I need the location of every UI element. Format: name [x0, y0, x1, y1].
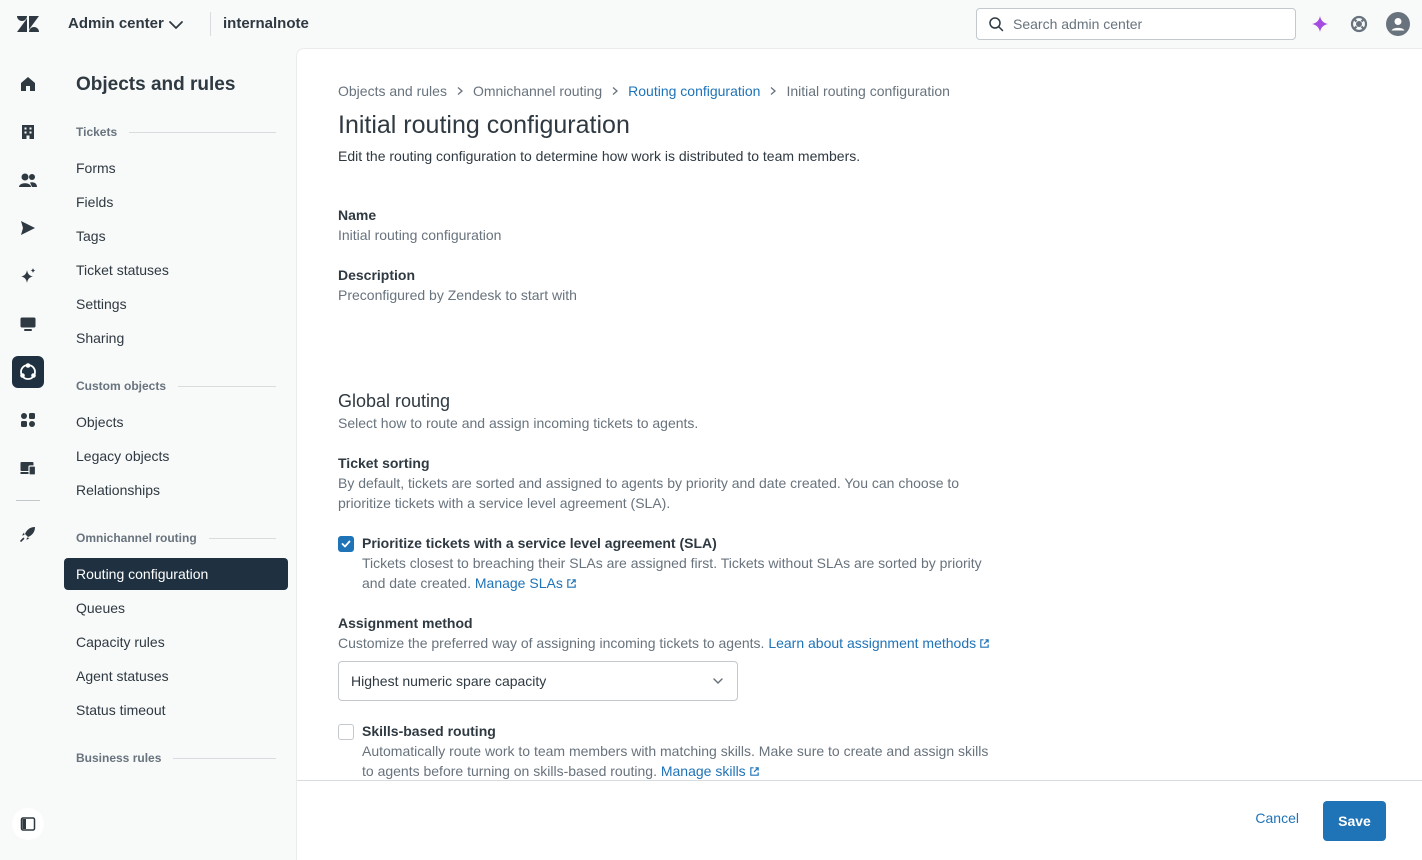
product-switcher-label[interactable]: Admin center [68, 15, 164, 32]
rail-divider [16, 500, 40, 501]
global-routing-heading: Global routing [338, 391, 451, 411]
nav-item-status-timeout[interactable]: Status timeout [64, 694, 288, 726]
devices-icon[interactable] [12, 452, 44, 484]
people-icon[interactable] [12, 164, 44, 196]
save-button[interactable]: Save [1323, 801, 1386, 841]
nav-item-objects[interactable]: Objects [64, 406, 288, 438]
assignment-method-value: Highest numeric spare capacity [351, 673, 547, 689]
chevron-right-icon [768, 86, 778, 96]
page-description: Edit the routing configuration to determ… [338, 148, 861, 164]
assignment-method-label: Assignment method [338, 615, 473, 631]
manage-slas-link[interactable]: Manage SLAs [475, 575, 577, 591]
product-nav-rail [0, 48, 56, 860]
user-avatar-icon[interactable] [1386, 12, 1410, 36]
chevron-down-icon [713, 678, 723, 685]
assignment-method-select[interactable]: Highest numeric spare capacity [338, 661, 738, 701]
nav-section-header-business-rules[interactable]: Business rules [76, 751, 276, 765]
search-box[interactable] [976, 8, 1296, 40]
topbar-divider [210, 12, 211, 36]
nav-section-header-tickets: Tickets [76, 125, 276, 139]
nav-item-ticket-statuses[interactable]: Ticket statuses [64, 254, 288, 286]
description-value: Preconfigured by Zendesk to start with [338, 287, 577, 303]
search-input[interactable] [1013, 16, 1283, 32]
nav-item-relationships[interactable]: Relationships [64, 474, 288, 506]
nav-item-legacy-objects[interactable]: Legacy objects [64, 440, 288, 472]
nav-item-tags[interactable]: Tags [64, 220, 288, 252]
channels-send-icon[interactable] [12, 212, 44, 244]
sla-hint-line-2: and date created. Manage SLAs [362, 573, 1032, 593]
ai-sparkle-nav-icon[interactable] [12, 260, 44, 292]
nav-item-routing-configuration[interactable]: Routing configuration [64, 558, 288, 590]
main-content: Objects and rules Omnichannel routing Ro… [296, 48, 1422, 860]
name-value: Initial routing configuration [338, 227, 502, 243]
secondary-nav-title: Objects and rules [76, 74, 236, 95]
external-link-icon [980, 639, 989, 648]
skills-routing-checkbox[interactable] [338, 724, 354, 740]
breadcrumb: Objects and rules Omnichannel routing Ro… [338, 83, 950, 99]
nav-item-sharing[interactable]: Sharing [64, 322, 288, 354]
home-icon[interactable] [12, 68, 44, 100]
skills-routing-label[interactable]: Skills-based routing [362, 723, 496, 739]
action-footer: Cancel Save [297, 780, 1422, 860]
workspaces-monitor-icon[interactable] [12, 308, 44, 340]
breadcrumb-current: Initial routing configuration [786, 83, 950, 99]
help-lifebuoy-icon[interactable] [1347, 12, 1371, 36]
external-link-icon [749, 767, 759, 776]
breadcrumb-routing-configuration[interactable]: Routing configuration [628, 83, 760, 99]
nav-section-header-custom-objects: Custom objects [76, 379, 276, 393]
top-bar: Admin center internalnote [0, 0, 1422, 48]
nav-item-queues[interactable]: Queues [64, 592, 288, 624]
objects-rules-icon[interactable] [12, 356, 44, 388]
learn-assignment-methods-link[interactable]: Learn about assignment methods [768, 635, 990, 651]
secondary-nav: Objects and rules Tickets Forms Fields T… [56, 48, 296, 860]
nav-item-settings[interactable]: Settings [64, 288, 288, 320]
manage-skills-link[interactable]: Manage skills [661, 763, 760, 779]
description-label: Description [338, 267, 416, 283]
cancel-button[interactable]: Cancel [1255, 810, 1299, 826]
ticket-sorting-hint-line-2: prioritize tickets with a service level … [338, 495, 671, 511]
getting-started-rocket-icon[interactable] [12, 518, 44, 550]
sla-priority-label[interactable]: Prioritize tickets with a service level … [362, 535, 717, 551]
ticket-sorting-label: Ticket sorting [338, 455, 430, 471]
nav-item-fields[interactable]: Fields [64, 186, 288, 218]
zendesk-logo-icon[interactable] [17, 14, 39, 34]
nav-item-forms[interactable]: Forms [64, 152, 288, 184]
nav-item-agent-statuses[interactable]: Agent statuses [64, 660, 288, 692]
skills-hint-line-1: Automatically route work to team members… [362, 743, 989, 759]
ticket-sorting-hint-line-1: By default, tickets are sorted and assig… [338, 475, 960, 491]
sla-priority-checkbox[interactable] [338, 536, 354, 552]
nav-section-header-omnichannel-routing: Omnichannel routing [76, 531, 276, 545]
global-routing-subtitle: Select how to route and assign incoming … [338, 415, 699, 431]
breadcrumb-objects-and-rules[interactable]: Objects and rules [338, 83, 447, 99]
nav-item-capacity-rules[interactable]: Capacity rules [64, 626, 288, 658]
collapse-sidebar-icon[interactable] [12, 808, 44, 840]
name-label: Name [338, 207, 377, 223]
chevron-right-icon [455, 86, 465, 96]
apps-integrations-icon[interactable] [12, 404, 44, 436]
account-name: internalnote [223, 15, 309, 32]
ai-sparkle-icon[interactable] [1308, 12, 1332, 36]
check-icon [341, 540, 351, 548]
page-title: Initial routing configuration [338, 111, 630, 139]
chevron-right-icon [610, 86, 620, 96]
chevron-down-icon[interactable] [166, 15, 186, 35]
skills-hint-line-2: to agents before turning on skills-based… [362, 761, 1032, 781]
breadcrumb-omnichannel-routing[interactable]: Omnichannel routing [473, 83, 602, 99]
assignment-method-hint: Customize the preferred way of assigning… [338, 633, 990, 653]
account-building-icon[interactable] [12, 116, 44, 148]
search-icon [989, 17, 1004, 32]
sla-hint-line-1: Tickets closest to breaching their SLAs … [362, 555, 982, 571]
external-link-icon [567, 579, 576, 588]
